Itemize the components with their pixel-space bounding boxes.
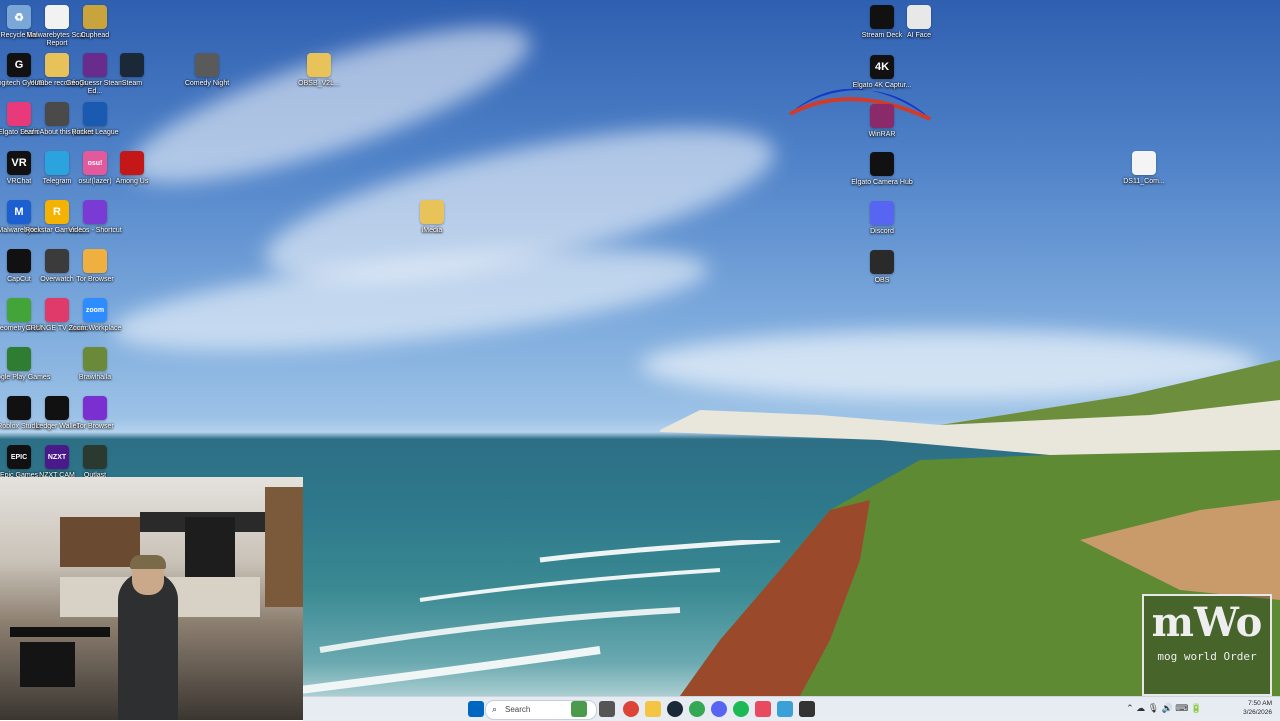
desktop-icon[interactable]: Videos - Shortcut <box>58 200 132 235</box>
desktop-icon-glyph <box>870 104 894 128</box>
taskbar: ⌕ Search ⌃ ☁ 🎙 🔊 ⌨ 🔋 7:50 AM 3/26/2026 <box>303 696 1280 721</box>
desktop-icon-glyph <box>83 200 107 224</box>
desktop-icon-label: Rocket League <box>71 129 119 136</box>
discord-icon[interactable] <box>711 701 727 717</box>
steam-icon[interactable] <box>667 701 683 717</box>
desktop-icon[interactable]: Outlast <box>58 445 132 480</box>
mic-arm <box>10 627 110 637</box>
desktop-icon-glyph <box>83 5 107 29</box>
desktop-icon-label: OBS <box>874 277 890 284</box>
desktop-icon[interactable]: 4K Elgato 4K Captur... <box>845 55 919 90</box>
desktop-icon-label: WinRAR <box>868 131 896 138</box>
desktop-icon-glyph <box>120 151 144 175</box>
desktop-icon-glyph <box>1132 151 1156 175</box>
desktop-icon[interactable]: iMedia <box>395 200 469 235</box>
search-placeholder: Search <box>505 705 531 714</box>
channel-watermark: mWo mog world Order <box>1142 594 1272 696</box>
file-explorer-icon[interactable] <box>645 701 661 717</box>
desktop-icon-label: Tor Browser <box>76 276 114 283</box>
desktop-icon-glyph <box>870 152 894 176</box>
desktop-icon[interactable]: DS11_Com... <box>1107 151 1181 186</box>
desktop-icon[interactable]: Steam <box>95 53 169 88</box>
desktop-icon-label: Cuphead <box>80 32 110 39</box>
spotify-icon[interactable] <box>733 701 749 717</box>
desktop-icon-label: Among Us <box>115 178 149 185</box>
desktop-icon[interactable]: OBSB_V2L... <box>282 53 356 88</box>
desktop-icon-glyph <box>870 201 894 225</box>
desktop-icon[interactable]: Cuphead <box>58 5 132 40</box>
desktop-icon-glyph <box>307 53 331 77</box>
desktop-icon-glyph <box>7 347 31 371</box>
monitor <box>185 517 235 577</box>
desktop-icon-label: Brawlhalla <box>78 374 112 381</box>
desktop-icon-label: Elgato Camera Hub <box>851 179 913 186</box>
wall-panel <box>265 487 303 607</box>
widgets-icon[interactable] <box>571 701 587 717</box>
desktop-icon[interactable]: Tor Browser <box>58 249 132 284</box>
desktop-icon[interactable]: Discord <box>845 201 919 236</box>
task-view-icon[interactable] <box>599 701 615 717</box>
desktop-icon-glyph <box>420 200 444 224</box>
desktop-icon-glyph <box>83 249 107 273</box>
desktop-icon-label: Videos - Shortcut <box>68 227 122 234</box>
desktop-icon-glyph <box>83 396 107 420</box>
desktop-icon[interactable]: Rocket League <box>58 102 132 137</box>
desktop-icon-glyph <box>195 53 219 77</box>
desktop-icon-glyph <box>870 250 894 274</box>
desktop-icon-label: iMedia <box>421 227 443 234</box>
desktop-icon-glyph <box>83 347 107 371</box>
desktop-icon[interactable]: Comedy Night <box>170 53 244 88</box>
desktop-icon-glyph: zoom <box>83 298 107 322</box>
surf-waves <box>300 540 781 694</box>
clock[interactable]: 7:50 AM 3/26/2026 <box>1243 699 1272 717</box>
desktop-icon-label: AI Face <box>906 32 932 39</box>
system-tray[interactable]: ⌃ ☁ 🎙 🔊 ⌨ 🔋 <box>1126 703 1202 714</box>
desktop-icon-label: Tor Browser <box>76 423 114 430</box>
desktop-icon-label: OBSB_V2L... <box>298 80 340 87</box>
watermark-tagline: mog world Order <box>1157 650 1257 663</box>
chrome-2-icon[interactable] <box>689 701 705 717</box>
desktop-icon-label: Elgato 4K Captur... <box>852 82 912 89</box>
desktop-icon-label: Zoom Workplace <box>68 325 122 332</box>
desktop-icon-glyph <box>120 53 144 77</box>
desktop-icon-glyph: 4K <box>870 55 894 79</box>
terminal-icon[interactable] <box>799 701 815 717</box>
clock-date: 3/26/2026 <box>1243 709 1272 716</box>
search-icon: ⌕ <box>492 704 498 714</box>
clock-time: 7:50 AM <box>1248 700 1272 707</box>
desktop-icon[interactable]: WinRAR <box>845 104 919 139</box>
desktop-icon[interactable]: Among Us <box>95 151 169 186</box>
mixer <box>20 642 75 687</box>
start-button[interactable] <box>468 701 484 717</box>
desktop-icon[interactable]: Brawlhalla <box>58 347 132 382</box>
cabinet <box>60 517 140 567</box>
desktop-icon-label: Google Play Games <box>0 374 51 381</box>
desktop-icon[interactable]: Tor Browser <box>58 396 132 431</box>
desktop-icon-label: Comedy Night <box>184 80 230 87</box>
desktop-icon[interactable]: zoom Zoom Workplace <box>58 298 132 333</box>
chrome-icon[interactable] <box>623 701 639 717</box>
desktop-icon-glyph <box>83 445 107 469</box>
webcam-overlay <box>0 477 303 720</box>
desktop-icon[interactable]: OBS <box>845 250 919 285</box>
desktop-icon[interactable]: AI Face <box>882 5 956 40</box>
cap <box>130 555 166 569</box>
desktop-icon-glyph <box>907 5 931 29</box>
desktop-icon[interactable]: Elgato Camera Hub <box>845 152 919 187</box>
desktop-icon-label: Discord <box>870 228 894 235</box>
notepad-icon[interactable] <box>777 701 793 717</box>
desktop-icon-label: Steam <box>121 80 143 87</box>
store-icon[interactable] <box>755 701 771 717</box>
desktop-icon-glyph <box>83 102 107 126</box>
desktop-icon-label: DS11_Com... <box>1123 178 1165 185</box>
watermark-logo: mWo <box>1151 599 1263 646</box>
desktop-icon[interactable]: Google Play Games <box>0 347 56 382</box>
